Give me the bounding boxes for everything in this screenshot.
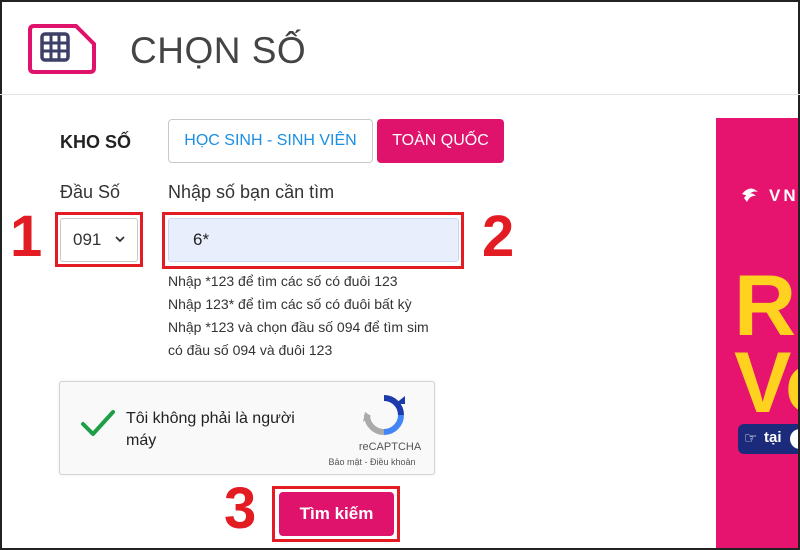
checkmark-icon[interactable] [80, 408, 116, 438]
ad-cta-text: tại [764, 429, 782, 446]
pointing-hand-icon: ☞ [744, 430, 758, 447]
recaptcha-label: Tôi không phải là người máy [126, 408, 326, 452]
recaptcha-logo-icon [363, 395, 405, 435]
header-divider [0, 94, 800, 95]
recaptcha-label-line: máy [126, 432, 157, 449]
kho-so-label: KHO SỐ [60, 132, 132, 152]
search-button[interactable]: Tìm kiếm [279, 492, 394, 536]
highlight-box-prefix [55, 212, 143, 267]
hint-line: Nhập *123 để tìm các số có đuôi 123 [168, 273, 398, 289]
step-number-1: 1 [10, 204, 43, 269]
step-number-2: 2 [482, 204, 515, 269]
ad-headline-line2: Vo [734, 335, 798, 431]
ad-logo-text: VN [769, 186, 798, 205]
sim-card-icon [28, 24, 96, 74]
page-title: CHỌN SỐ [130, 30, 307, 71]
highlight-box-input [162, 212, 464, 269]
recaptcha-widget: Tôi không phải là người máy reCAPTCHA Bả… [59, 381, 435, 475]
search-label: Nhập số bạn cần tìm [168, 182, 335, 202]
step-number-3: 3 [224, 476, 257, 541]
recaptcha-brand: reCAPTCHA [358, 441, 422, 453]
vnpt-logo-icon [742, 188, 758, 202]
ad-banner[interactable]: VN Rồ Vo ☞ tại [716, 118, 798, 548]
hint-line: Nhập 123* để tìm các số có đuôi bất kỳ [168, 296, 412, 312]
search-hints: Nhập *123 để tìm các số có đuôi 123 Nhập… [168, 270, 429, 362]
prefix-label: Đầu Số [60, 182, 121, 202]
recaptcha-terms-link[interactable]: Bảo mật - Điều khoản [322, 457, 422, 467]
tab-toan-quoc[interactable]: TOÀN QUỐC [377, 119, 504, 163]
tab-hoc-sinh-sinh-vien[interactable]: HỌC SINH - SINH VIÊN [168, 119, 373, 163]
recaptcha-label-line: Tôi không phải là người [126, 410, 295, 427]
hint-line: Nhập *123 và chọn đầu số 094 để tìm sim [168, 319, 429, 335]
hint-line: có đầu số 094 và đuôi 123 [168, 342, 333, 358]
